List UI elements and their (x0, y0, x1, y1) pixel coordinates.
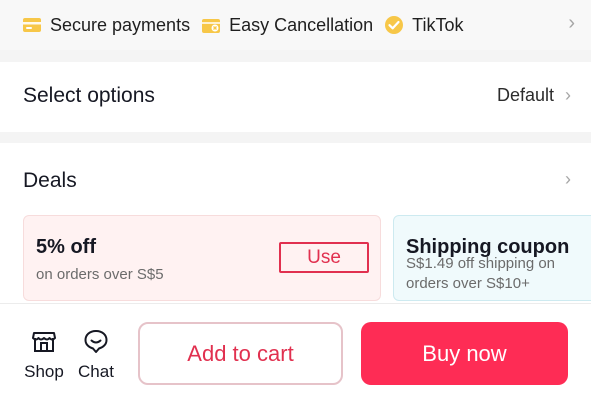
add-to-cart-button[interactable]: Add to cart (138, 322, 343, 385)
secure-payments-label: Secure payments (50, 14, 191, 35)
select-options-title: Select options (23, 84, 155, 107)
trust-bar[interactable]: Secure payments Easy Cancellation TikTok… (0, 0, 591, 50)
cancel-box-icon (202, 19, 221, 33)
chat-icon (84, 330, 108, 353)
chat-label: Chat (78, 362, 114, 381)
chevron-right-icon[interactable]: › (565, 169, 571, 190)
shop-icon (32, 332, 56, 352)
tiktok-label: TikTok (412, 14, 464, 35)
chevron-right-icon: › (565, 85, 571, 105)
deal-card-percent-off[interactable]: 5% off on orders over S$5 Use (23, 215, 381, 301)
secure-payments-badge: Secure payments (22, 15, 190, 36)
buy-now-button[interactable]: Buy now (361, 322, 568, 385)
easy-cancellation-badge: Easy Cancellation (201, 15, 373, 36)
deal-subtitle: on orders over S$5 (36, 266, 164, 283)
select-options-value: Default (496, 85, 554, 105)
use-coupon-button[interactable]: Use (279, 242, 369, 273)
shop-button[interactable]: Shop (16, 328, 72, 384)
deal-card-shipping-coupon[interactable]: Shipping coupon S$1.49 off shipping on o… (393, 215, 591, 301)
tiktok-badge: TikTok (384, 14, 464, 36)
deal-subtitle: S$1.49 off shipping on orders over S$10+ (406, 255, 556, 292)
chat-button[interactable]: Chat (68, 328, 124, 384)
shop-label: Shop (24, 362, 64, 381)
deals-title: Deals (23, 169, 77, 192)
select-options-row[interactable]: Select options Default › (0, 62, 591, 132)
easy-cancellation-label: Easy Cancellation (229, 14, 374, 35)
bottom-action-bar: Shop Chat Add to cart Buy now (0, 303, 591, 403)
deals-section: Deals › 5% off on orders over S$5 Use Sh… (0, 143, 591, 303)
verified-check-icon (385, 16, 404, 34)
chevron-right-icon[interactable]: › (568, 12, 575, 35)
deal-title: 5% off (36, 236, 96, 258)
card-icon (23, 18, 41, 32)
